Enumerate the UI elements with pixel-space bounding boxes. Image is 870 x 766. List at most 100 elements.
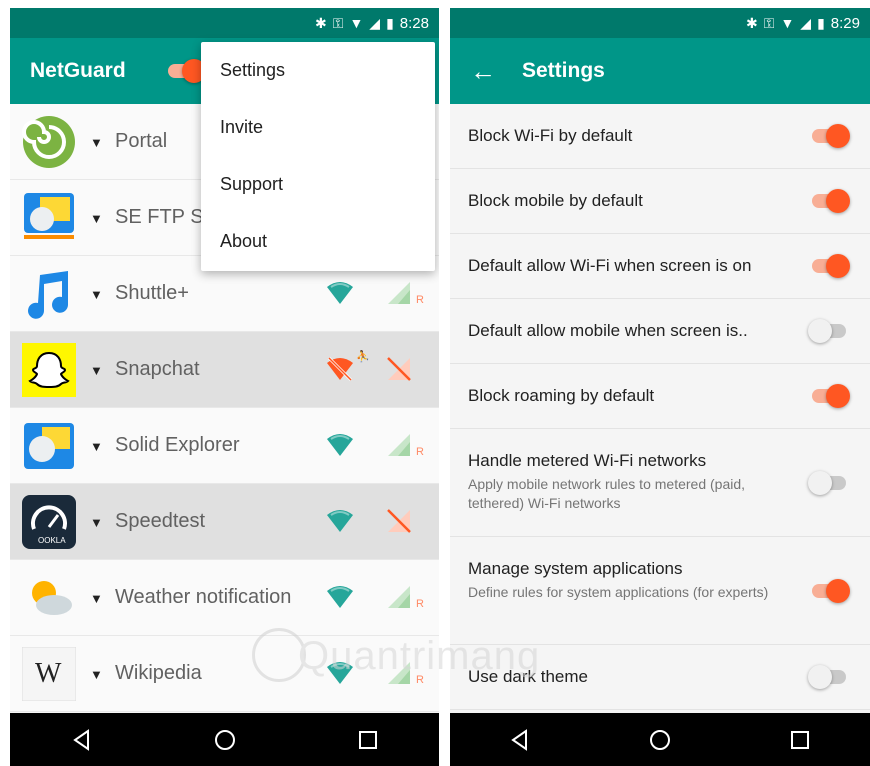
setting-toggle[interactable] <box>808 319 846 343</box>
back-nav-icon[interactable] <box>507 727 533 753</box>
app-name: Wikipedia <box>115 662 202 684</box>
overflow-menu: Settings Invite Support About <box>201 42 435 271</box>
setting-row[interactable]: Block Wi-Fi by default <box>450 104 870 169</box>
setting-title: Handle metered Wi-Fi networks <box>468 451 707 470</box>
shuttle-icon <box>22 267 76 321</box>
home-nav-icon[interactable] <box>647 727 673 753</box>
netguard-enable-toggle[interactable] <box>168 59 206 83</box>
roaming-label: R <box>416 446 424 458</box>
app-name: Shuttle+ <box>115 282 189 304</box>
mobile-blocked-icon[interactable] <box>386 508 412 534</box>
app-name: Snapchat <box>115 358 200 380</box>
wikipedia-icon: W <box>21 646 77 702</box>
roaming-label: R <box>416 294 424 306</box>
menu-item[interactable]: About <box>201 213 435 270</box>
wifi-signal-icon: ▼ <box>349 15 364 31</box>
cell-signal-icon: ◢ <box>800 15 812 31</box>
mobile-allowed-icon[interactable] <box>386 432 412 458</box>
wifi-signal-icon: ▼ <box>780 15 795 31</box>
mobile-allowed-icon[interactable] <box>386 660 412 686</box>
setting-title: Block roaming by default <box>468 386 655 405</box>
setting-summary: Apply mobile network rules to metered (p… <box>468 476 746 511</box>
setting-toggle[interactable] <box>812 254 850 278</box>
setting-title: Default allow mobile when screen is.. <box>468 321 748 340</box>
expand-caret-icon[interactable]: ▼ <box>90 439 103 454</box>
wifi-blocked-icon[interactable] <box>326 356 354 382</box>
app-bar: ← Settings <box>450 38 870 104</box>
app-row[interactable]: ▼ Snapchat ⛹ <box>10 332 439 408</box>
setting-title: Manage system applications <box>468 559 683 578</box>
mobile-allowed-icon[interactable] <box>386 584 412 610</box>
setting-title: Use dark theme <box>468 667 588 686</box>
setting-toggle[interactable] <box>812 189 850 213</box>
setting-toggle[interactable] <box>812 384 850 408</box>
weather-icon <box>22 571 76 625</box>
expand-caret-icon[interactable]: ▼ <box>90 363 103 378</box>
recents-nav-icon[interactable] <box>787 727 813 753</box>
app-row[interactable]: ▼ Weather notification R <box>10 560 439 636</box>
expand-caret-icon[interactable]: ▼ <box>90 135 103 150</box>
setting-toggle[interactable] <box>808 665 846 689</box>
expand-caret-icon[interactable]: ▼ <box>90 591 103 606</box>
app-name: Weather notification <box>115 586 292 608</box>
back-nav-icon[interactable] <box>69 727 95 753</box>
setting-row[interactable]: Default allow Wi-Fi when screen is on <box>450 234 870 299</box>
roaming-label: R <box>416 598 424 610</box>
setting-toggle[interactable] <box>812 579 850 603</box>
battery-icon: ▮ <box>817 15 825 31</box>
app-name: Solid Explorer <box>115 434 240 456</box>
setting-row[interactable]: Block mobile by default <box>450 169 870 234</box>
nav-bar <box>450 713 870 766</box>
mobile-blocked-icon[interactable] <box>386 356 412 382</box>
setting-toggle[interactable] <box>812 124 850 148</box>
setting-title: Block Wi-Fi by default <box>468 126 633 145</box>
expand-caret-icon[interactable]: ▼ <box>90 287 103 302</box>
se-ftp-icon <box>22 191 76 245</box>
recents-nav-icon[interactable] <box>355 727 381 753</box>
settings-title: Settings <box>522 59 605 82</box>
status-time: 8:28 <box>399 14 429 32</box>
expand-caret-icon[interactable]: ▼ <box>90 667 103 682</box>
wikipedia-glyph: W <box>35 658 62 689</box>
svg-text:OOKLA: OOKLA <box>38 536 66 545</box>
app-name: SE FTP S <box>115 206 204 228</box>
bluetooth-icon: ✱ <box>315 15 327 31</box>
speedtest-icon: OOKLA <box>22 495 76 549</box>
expand-caret-icon[interactable]: ▼ <box>90 211 103 226</box>
menu-item[interactable]: Support <box>201 156 435 213</box>
back-arrow-icon[interactable]: ← <box>470 56 496 87</box>
nav-bar <box>10 713 439 766</box>
cell-signal-icon: ◢ <box>369 15 381 31</box>
setting-row[interactable]: Use dark theme <box>450 645 870 710</box>
setting-row[interactable]: Handle metered Wi-Fi networks Apply mobil… <box>450 429 870 537</box>
wifi-allowed-icon[interactable] <box>326 508 354 534</box>
status-bar: ✱ ⚿ ▼ ◢ ▮ 8:29 <box>450 8 870 38</box>
menu-item[interactable]: Settings <box>201 42 435 99</box>
wifi-allowed-icon[interactable] <box>326 660 354 686</box>
setting-summary: Define rules for system applications (fo… <box>468 584 769 600</box>
status-bar: ✱ ⚿ ▼ ◢ ▮ 8:28 <box>10 8 439 38</box>
status-time: 8:29 <box>830 14 860 32</box>
expand-caret-icon[interactable]: ▼ <box>90 515 103 530</box>
setting-toggle[interactable] <box>808 471 846 495</box>
settings-screen: ✱ ⚿ ▼ ◢ ▮ 8:29 ← Settings Block Wi-Fi by… <box>450 8 870 766</box>
setting-row[interactable]: Default allow mobile when screen is.. <box>450 299 870 364</box>
netguard-screen: ✱ ⚿ ▼ ◢ ▮ 8:28 NetGuard ▼ Portal ▼ SE FTP S… <box>10 8 439 766</box>
mobile-allowed-icon[interactable] <box>386 280 412 306</box>
menu-item[interactable]: Invite <box>201 99 435 156</box>
setting-row[interactable]: Manage system applications Define rules f… <box>450 537 870 645</box>
screen-on-person-icon: ⛹ <box>356 351 370 363</box>
solid-explorer-icon <box>22 419 76 473</box>
app-row[interactable]: W ▼ Wikipedia R <box>10 636 439 712</box>
app-title: NetGuard <box>30 59 126 82</box>
app-row[interactable]: OOKLA ▼ Speedtest <box>10 484 439 560</box>
home-nav-icon[interactable] <box>212 727 238 753</box>
wifi-allowed-icon[interactable] <box>326 584 354 610</box>
wifi-allowed-icon[interactable] <box>326 432 354 458</box>
setting-title: Default allow Wi-Fi when screen is on <box>468 256 752 275</box>
vpn-key-icon: ⚿ <box>763 15 775 31</box>
setting-row[interactable]: Block roaming by default <box>450 364 870 429</box>
wifi-allowed-icon[interactable] <box>326 280 354 306</box>
app-row[interactable]: ▼ Solid Explorer R <box>10 408 439 484</box>
setting-title: Block mobile by default <box>468 191 643 210</box>
